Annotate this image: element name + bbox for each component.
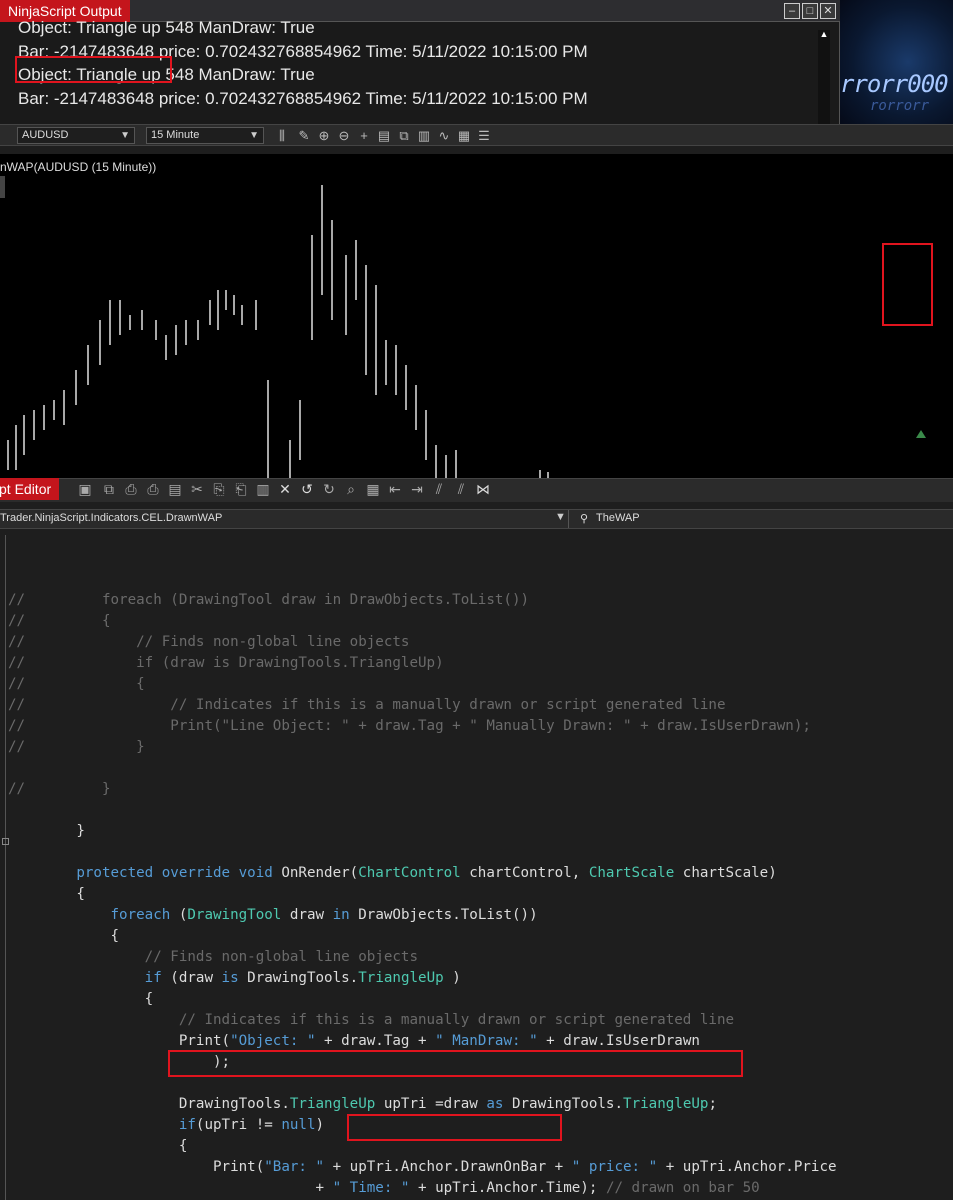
- code-line: {: [8, 928, 120, 944]
- member-icon: ⚲: [580, 513, 589, 525]
- background-artwork: rrorr000 rorrorr: [840, 0, 953, 124]
- code-line: foreach (DrawingTool draw in DrawObjects…: [8, 907, 538, 923]
- instrument-select[interactable]: AUDUSD ▼: [17, 127, 135, 144]
- data-box-icon[interactable]: ▤: [376, 127, 392, 144]
- zoom-out-icon[interactable]: ⊖: [336, 127, 352, 144]
- output-line: Object: Triangle up 548 ManDraw: True: [18, 65, 315, 84]
- interval-select[interactable]: 15 Minute ▼: [146, 127, 264, 144]
- code-line: );: [8, 1054, 231, 1070]
- code-line: // {: [8, 676, 145, 692]
- visual-studio-icon[interactable]: ⋈: [474, 480, 492, 498]
- cut-icon[interactable]: ✂: [188, 480, 206, 498]
- save-icon[interactable]: ▣: [76, 480, 94, 498]
- output-line: Bar: -2147483648 price: 0.70243276885496…: [18, 41, 588, 61]
- find-icon[interactable]: ⌕: [342, 480, 360, 498]
- code-line: Print("Bar: " + upTri.Anchor.DrawnOnBar …: [8, 1159, 837, 1175]
- code-line: // Indicates if this is a manually drawn…: [8, 1012, 735, 1028]
- save-all-icon[interactable]: ⧉: [100, 480, 118, 498]
- comment-icon[interactable]: ⫽: [430, 480, 448, 498]
- minimize-button[interactable]: –: [784, 3, 800, 19]
- code-line: // // Indicates if this is a manually dr…: [8, 697, 726, 713]
- pencil-icon[interactable]: ✎: [296, 127, 312, 144]
- price-chart: [7, 185, 926, 478]
- templates-icon[interactable]: ▥: [416, 127, 432, 144]
- code-line: // {: [8, 613, 111, 629]
- copy-icon[interactable]: ⎘: [210, 480, 228, 498]
- list-icon[interactable]: ☰: [476, 127, 492, 144]
- class-path-dropdown[interactable]: Trader.NinjaScript.Indicators.CEL.DrawnW…: [0, 512, 222, 524]
- code-line: + " Time: " + upTri.Anchor.Time); // dra…: [8, 1180, 760, 1196]
- code-line: // foreach (DrawingTool draw in DrawObje…: [8, 592, 530, 608]
- code-line: if (draw is DrawingTools.TriangleUp ): [8, 970, 461, 986]
- redo-icon[interactable]: ↻: [320, 480, 338, 498]
- scroll-up-arrow-icon[interactable]: ▲: [818, 28, 830, 40]
- code-line: {: [8, 886, 85, 902]
- outdent-icon[interactable]: ⇤: [386, 480, 404, 498]
- maximize-button[interactable]: □: [802, 3, 818, 19]
- triangle-up-marker: [916, 430, 926, 438]
- output-scrollbar[interactable]: [818, 30, 830, 124]
- code-line: protected override void OnRender(ChartCo…: [8, 865, 777, 881]
- print-preview-icon[interactable]: ⎙: [144, 480, 162, 498]
- output-line: Object: Triangle up 548 ManDraw: True: [18, 18, 315, 37]
- bars-icon[interactable]: ⫼: [274, 127, 290, 144]
- code-line: // }: [8, 739, 145, 755]
- code-line: // if (draw is DrawingTools.TriangleUp): [8, 655, 444, 671]
- document-icon[interactable]: ▤: [166, 480, 184, 498]
- properties-icon[interactable]: ⧉: [396, 127, 412, 144]
- code-line: DrawingTools.TriangleUp upTri =draw as D…: [8, 1096, 717, 1112]
- undo-icon[interactable]: ↺: [298, 480, 316, 498]
- strategies-icon[interactable]: ▦: [456, 127, 472, 144]
- code-line: Print("Object: " + draw.Tag + " ManDraw:…: [8, 1033, 700, 1049]
- code-line: {: [8, 991, 154, 1007]
- code-line: if(upTri != null): [8, 1117, 325, 1133]
- zoom-in-icon[interactable]: ⊕: [316, 127, 332, 144]
- print-icon[interactable]: ⎙: [122, 480, 140, 498]
- paste-special-icon[interactable]: ▥: [254, 480, 272, 498]
- code-line: // // Finds non-global line objects: [8, 634, 410, 650]
- path-divider: [568, 510, 569, 528]
- fold-gutter: [5, 535, 6, 1200]
- output-lines: Object: Triangle up 548 ManDraw: True Bar…: [18, 16, 588, 110]
- code-line: }: [8, 823, 85, 839]
- editor-title: pt Editor: [0, 478, 60, 500]
- indicators-icon[interactable]: ∿: [436, 127, 452, 144]
- code-line: // }: [8, 781, 111, 797]
- uncomment-icon[interactable]: ⫽: [452, 480, 470, 498]
- code-line: // Finds non-global line objects: [8, 949, 418, 965]
- close-button[interactable]: ✕: [820, 3, 836, 19]
- paste-icon[interactable]: ⎗: [232, 480, 250, 498]
- indent-icon[interactable]: ⇥: [408, 480, 426, 498]
- code-line: {: [8, 1138, 188, 1154]
- member-dropdown[interactable]: TheWAP: [596, 512, 640, 524]
- delete-icon[interactable]: ✕: [276, 480, 294, 498]
- output-line: Bar: -2147483648 price: 0.70243276885496…: [18, 88, 588, 108]
- code-line: // Print("Line Object: " + draw.Tag + " …: [8, 718, 811, 734]
- chevron-down-icon[interactable]: ▼: [555, 511, 566, 523]
- crosshair-icon[interactable]: +: [356, 127, 372, 144]
- compile-icon[interactable]: ▦: [364, 480, 382, 498]
